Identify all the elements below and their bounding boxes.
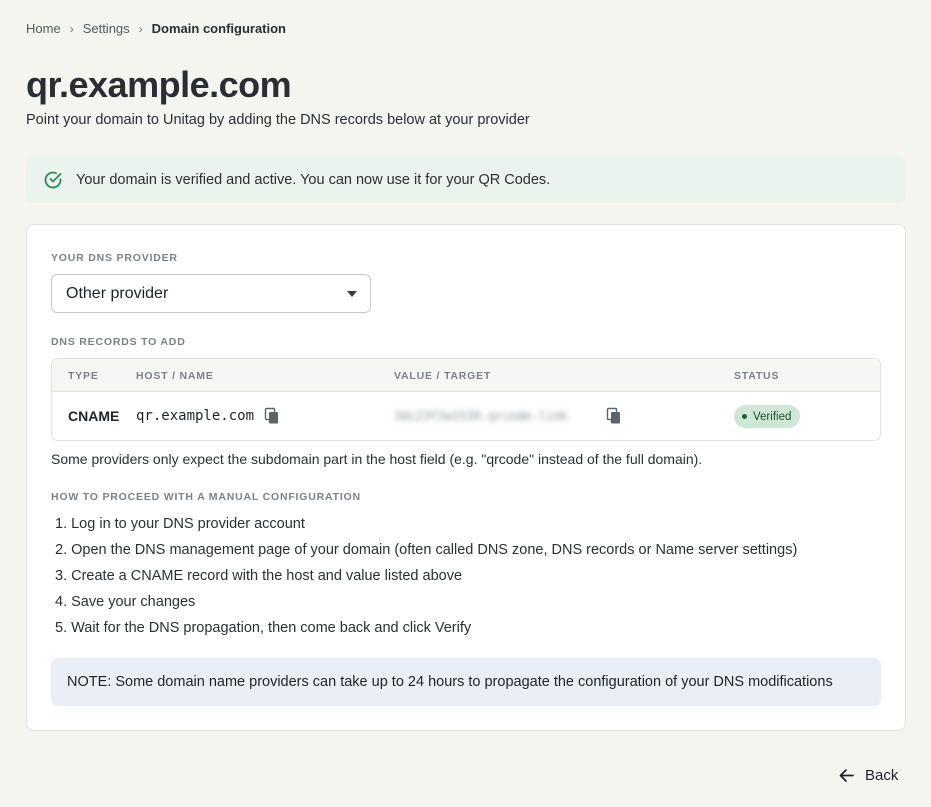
- list-item: 1. Log in to your DNS provider account: [55, 516, 305, 532]
- copy-value-icon[interactable]: [605, 407, 623, 425]
- table-row: CNAME qr.example.com 3dc23f3a1539.qrcode…: [52, 392, 880, 440]
- record-type: CNAME: [68, 408, 120, 424]
- column-host: HOST / NAME: [136, 370, 214, 382]
- column-value: VALUE / TARGET: [394, 370, 492, 382]
- page-title: qr.example.com: [26, 64, 292, 105]
- note-text: NOTE: Some domain name providers can tak…: [67, 674, 833, 690]
- check-circle-icon: [43, 170, 63, 190]
- back-button[interactable]: Back: [838, 767, 898, 784]
- chevron-right-icon: ›: [69, 21, 74, 36]
- breadcrumb-home[interactable]: Home: [26, 21, 61, 36]
- chevron-down-icon: [347, 291, 357, 297]
- table-header: TYPE HOST / NAME VALUE / TARGET STATUS: [52, 359, 880, 392]
- records-label: DNS RECORDS TO ADD: [51, 336, 186, 348]
- list-item: 5. Wait for the DNS propagation, then co…: [55, 620, 472, 636]
- propagation-note: NOTE: Some domain name providers can tak…: [51, 658, 881, 706]
- page-subtitle: Point your domain to Unitag by adding th…: [26, 112, 530, 128]
- breadcrumb-current: Domain configuration: [151, 21, 287, 36]
- arrow-left-icon: [838, 767, 855, 784]
- status-text: Verified: [753, 410, 792, 423]
- record-value[interactable]: 3dc23f3a1539.qrcode.link: [394, 409, 567, 423]
- chevron-right-icon: ›: [138, 21, 143, 36]
- column-type: TYPE: [68, 370, 99, 382]
- status-badge: Verified: [734, 405, 801, 428]
- list-item: 3. Create a CNAME record with the host a…: [55, 568, 463, 584]
- manual-label: HOW TO PROCEED WITH A MANUAL CONFIGURATI…: [51, 491, 361, 503]
- back-label: Back: [865, 767, 899, 784]
- status-dot-icon: [742, 414, 747, 419]
- manual-steps-list: 1. Log in to your DNS provider account 2…: [55, 515, 797, 645]
- dns-records-table: TYPE HOST / NAME VALUE / TARGET STATUS C…: [51, 358, 881, 441]
- breadcrumb: Home › Settings › Domain configuration: [26, 21, 286, 36]
- dns-provider-selected: Other provider: [66, 284, 169, 302]
- column-status: STATUS: [734, 370, 780, 382]
- provider-label: YOUR DNS PROVIDER: [51, 252, 178, 264]
- breadcrumb-settings[interactable]: Settings: [83, 21, 130, 36]
- success-banner: Your domain is verified and active. You …: [26, 156, 906, 203]
- dns-provider-select[interactable]: Other provider: [51, 274, 371, 313]
- record-host[interactable]: qr.example.com: [136, 408, 254, 424]
- dns-config-card: YOUR DNS PROVIDER Other provider DNS REC…: [26, 224, 906, 731]
- list-item: 2. Open the DNS management page of your …: [55, 542, 798, 558]
- host-hint: Some providers only expect the subdomain…: [51, 451, 703, 467]
- copy-host-icon[interactable]: [263, 407, 281, 425]
- success-banner-text: Your domain is verified and active. You …: [76, 171, 551, 188]
- list-item: 4. Save your changes: [55, 594, 196, 610]
